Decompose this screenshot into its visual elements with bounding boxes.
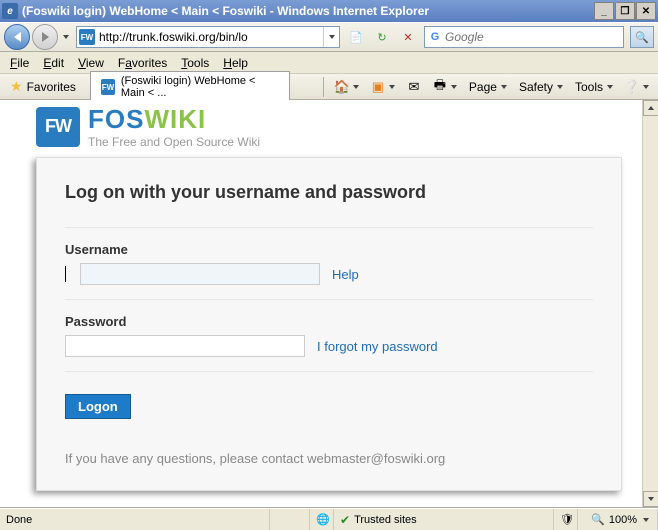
password-input[interactable] [65,335,305,357]
nav-history-dropdown[interactable] [60,25,72,49]
maximize-button[interactable]: ❐ [615,2,635,20]
scroll-down-button[interactable] [643,491,658,507]
menu-edit-label: dit [51,56,64,70]
address-bar[interactable]: FW [76,26,340,48]
status-bar: Done 🌐 ✔ Trusted sites 🛡 🔍 100% [0,508,658,530]
menu-view[interactable]: View [72,54,110,72]
logon-button[interactable]: Logon [65,394,131,419]
stop-button[interactable]: ✕ [397,26,419,48]
help-icon: ❔ [623,78,641,96]
search-input[interactable] [445,30,623,44]
safety-menu[interactable]: Safety [514,80,568,94]
search-button[interactable]: 🔍 [630,26,654,48]
compat-view-icon[interactable]: 📄 [345,26,367,48]
status-progress [270,509,310,530]
arrow-left-icon [14,32,21,42]
google-icon: G [427,29,443,45]
username-input[interactable] [80,263,320,285]
protected-mode[interactable]: 🛡 [554,509,578,530]
status-zone-label: Trusted sites [354,514,417,526]
password-label: Password [65,314,593,329]
print-icon: 🖶 [431,78,449,96]
back-button[interactable] [4,24,30,50]
home-button[interactable]: 🏠 [330,78,364,96]
close-button[interactable]: ✕ [636,2,656,20]
login-footer: If you have any questions, please contac… [65,451,593,466]
ie-icon: e [2,3,18,19]
zoom-value: 100% [609,514,637,526]
command-bar: ★ Favorites FW (Foswiki login) WebHome <… [0,74,658,100]
logo-tagline: The Free and Open Source Wiki [88,135,260,149]
favorites-label: Favorites [27,80,76,94]
menu-help[interactable]: Help [217,54,254,72]
url-dropdown[interactable] [323,27,339,47]
login-form: Log on with your username and password U… [36,157,622,491]
menu-favorites-label: vorites [132,56,167,70]
window-titlebar: e (Foswiki login) WebHome < Main < Foswi… [0,0,658,22]
login-heading: Log on with your username and password [65,182,593,203]
menu-edit[interactable]: Edit [37,54,70,72]
logo-badge: FW [36,107,80,147]
navigation-bar: FW 📄 ↻ ✕ G 🔍 [0,22,658,52]
menu-tools[interactable]: Tools [175,54,215,72]
menu-file-label: ile [17,56,29,70]
print-button[interactable]: 🖶 [428,78,462,96]
search-bar[interactable]: G [424,26,624,48]
favorites-button[interactable]: ★ Favorites [4,76,82,97]
mail-icon: ✉ [405,78,423,96]
zoom-icon: 🔍 [591,513,605,526]
zoom-control[interactable]: 🔍 100% [578,509,658,530]
mail-button[interactable]: ✉ [402,78,426,96]
refresh-button[interactable]: ↻ [371,26,393,48]
status-done: Done [0,509,270,530]
site-logo[interactable]: FW FOSWIKI The Free and Open Source Wiki [36,100,622,157]
forgot-password-link[interactable]: I forgot my password [317,339,438,354]
page-menu[interactable]: Page [464,80,512,94]
status-globe: 🌐 [310,509,334,530]
menu-tools-label: ools [187,56,209,70]
arrow-right-icon [42,32,49,42]
home-icon: 🏠 [333,78,351,96]
menu-view-label: iew [86,56,104,70]
tab-label: (Foswiki login) WebHome < Main < ... [121,75,281,99]
site-favicon: FW [79,29,95,45]
scroll-track[interactable] [643,116,658,491]
help-button[interactable]: ❔ [620,78,654,96]
url-input[interactable] [97,30,323,44]
window-title: (Foswiki login) WebHome < Main < Foswiki… [22,4,594,18]
username-help-link[interactable]: Help [332,267,359,282]
minimize-button[interactable]: _ [594,2,614,20]
feeds-button[interactable]: ▣ [366,78,400,96]
tab-favicon: FW [101,79,115,95]
logo-name: FOSWIKI [88,104,260,135]
menu-help-label: elp [232,56,248,70]
check-icon: ✔ [340,513,350,527]
tools-menu[interactable]: Tools [570,80,618,94]
scroll-up-button[interactable] [643,100,658,116]
username-label: Username [65,242,593,257]
vertical-scrollbar[interactable] [642,100,658,507]
page-content: FW FOSWIKI The Free and Open Source Wiki… [0,100,658,508]
magnifier-icon: 🔍 [635,31,649,44]
menu-file[interactable]: File [4,54,35,72]
forward-button[interactable] [32,24,58,50]
rss-icon: ▣ [369,78,387,96]
text-cursor [65,266,66,282]
status-zone: ✔ Trusted sites [334,509,554,530]
menu-favorites[interactable]: Favorites [112,54,173,72]
browser-tab[interactable]: FW (Foswiki login) WebHome < Main < ... [90,71,290,102]
star-icon: ★ [10,78,23,95]
